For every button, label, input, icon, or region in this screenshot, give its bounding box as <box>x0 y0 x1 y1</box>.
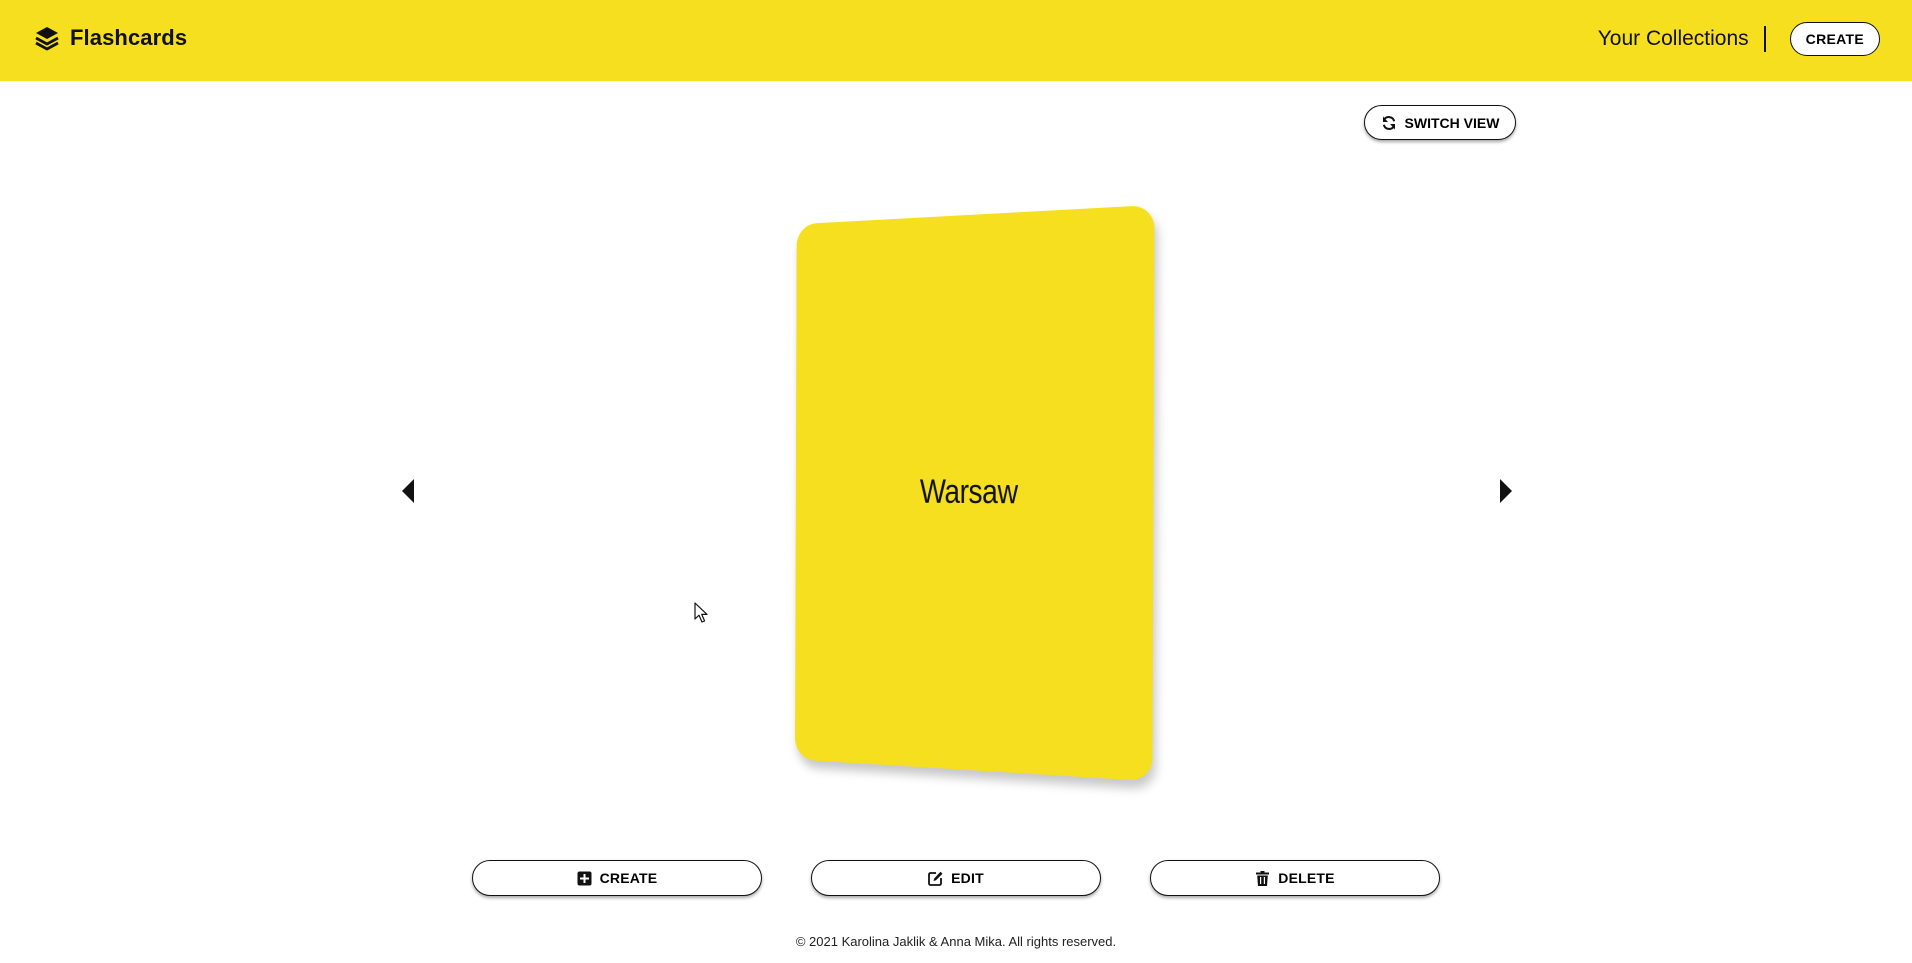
flashcard[interactable]: Warsaw <box>795 205 1154 781</box>
your-collections-link[interactable]: Your Collections <box>1598 27 1764 51</box>
plus-square-icon <box>577 871 592 886</box>
next-card-button[interactable] <box>1494 476 1518 506</box>
flashcard-text: Warsaw <box>920 473 1018 512</box>
nav-right: Your Collections CREATE <box>1598 22 1880 56</box>
switch-view-button[interactable]: SWITCH VIEW <box>1364 105 1516 140</box>
footer-copyright: © 2021 Karolina Jaklik & Anna Mika. All … <box>0 934 1912 949</box>
trash-icon <box>1255 871 1270 886</box>
layers-icon <box>34 25 60 51</box>
brand[interactable]: Flashcards <box>34 25 187 51</box>
brand-name: Flashcards <box>70 25 187 51</box>
edit-icon <box>928 871 943 886</box>
delete-card-label: DELETE <box>1278 870 1334 886</box>
switch-view-label: SWITCH VIEW <box>1405 115 1500 131</box>
previous-card-button[interactable] <box>396 476 420 506</box>
nav-divider <box>1764 26 1766 52</box>
delete-card-button[interactable]: DELETE <box>1150 860 1440 896</box>
header-create-button[interactable]: CREATE <box>1790 22 1880 56</box>
create-card-button[interactable]: CREATE <box>472 860 762 896</box>
edit-card-label: EDIT <box>951 870 984 886</box>
top-navbar: Flashcards Your Collections CREATE <box>0 0 1912 81</box>
card-stage: Warsaw <box>784 215 1152 770</box>
caret-left-icon <box>401 478 415 504</box>
caret-right-icon <box>1499 478 1513 504</box>
sync-icon <box>1381 115 1397 131</box>
edit-card-button[interactable]: EDIT <box>811 860 1101 896</box>
create-card-label: CREATE <box>600 870 658 886</box>
mouse-cursor-icon <box>694 602 708 624</box>
